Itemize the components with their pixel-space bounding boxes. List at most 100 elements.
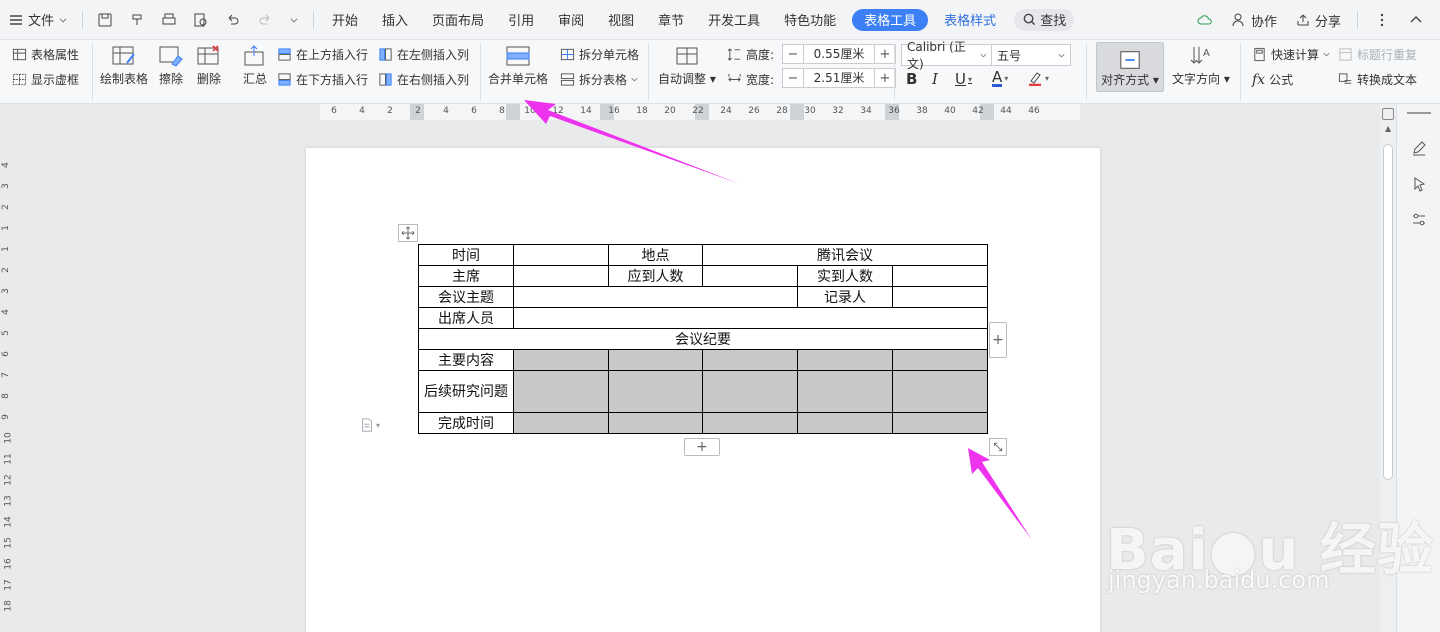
add-row-button[interactable]: + <box>684 438 720 456</box>
merge-cells-button[interactable]: 合并单元格 <box>488 44 548 87</box>
table-cell[interactable]: 应到人数 <box>608 265 703 287</box>
insert-row-above-button[interactable]: 在上方插入行 <box>277 46 368 63</box>
row-height-stepper[interactable]: − 0.55厘米 + <box>782 44 896 64</box>
selected-cell[interactable] <box>513 370 609 413</box>
tab-chapter[interactable]: 章节 <box>646 7 696 33</box>
format-painter-button[interactable] <box>121 7 153 33</box>
increment-button[interactable]: + <box>875 71 895 86</box>
table-cell[interactable]: 主要内容 <box>418 349 514 371</box>
table-cell[interactable]: 地点 <box>608 244 703 266</box>
share-button[interactable]: 分享 <box>1287 7 1349 33</box>
edit-tool-button[interactable] <box>1409 138 1429 158</box>
tab-insert[interactable]: 插入 <box>370 7 420 33</box>
horizontal-ruler[interactable]: 6 4 2 2 4 6 8 10 12 14 16 18 20 22 24 26 28 30 32 34 36 38 40 4… <box>0 104 1380 120</box>
decrement-button[interactable]: − <box>783 71 803 86</box>
italic-button[interactable]: I <box>932 70 938 88</box>
insert-row-below-button[interactable]: 在下方插入行 <box>277 71 368 88</box>
selected-cell[interactable] <box>513 349 609 371</box>
selected-cell[interactable] <box>892 349 988 371</box>
scrollbar-thumb[interactable] <box>1383 144 1393 480</box>
table-cell[interactable]: 主席 <box>418 265 514 287</box>
tab-developer[interactable]: 开发工具 <box>696 7 772 33</box>
col-width-value[interactable]: 2.51厘米 <box>803 69 875 87</box>
table-cell[interactable]: 实到人数 <box>797 265 893 287</box>
selected-cell[interactable] <box>702 349 798 371</box>
cloud-sync-button[interactable] <box>1189 7 1221 33</box>
table-properties-button[interactable]: 表格属性 <box>12 46 79 63</box>
add-column-button[interactable]: + <box>989 322 1007 358</box>
split-view-icon[interactable] <box>1382 108 1394 120</box>
table-cell[interactable]: 会议纪要 <box>418 328 988 350</box>
selected-cell[interactable] <box>608 349 703 371</box>
table-cell[interactable] <box>513 265 609 287</box>
highlight-button[interactable]: ▾ <box>1027 70 1049 86</box>
table-cell[interactable] <box>513 307 988 329</box>
tab-references[interactable]: 引用 <box>496 7 546 33</box>
insert-col-left-button[interactable]: 在左侧插入列 <box>378 46 469 63</box>
more-button[interactable] <box>1366 7 1398 33</box>
meeting-minutes-table[interactable]: 时间 地点 腾讯会议 主席 应到人数 实到人数 会议主题 记录人 出席人员 会议… <box>418 244 988 434</box>
tab-features[interactable]: 特色功能 <box>772 7 848 33</box>
collab-button[interactable]: 协作 <box>1223 7 1285 33</box>
tab-view[interactable]: 视图 <box>596 7 646 33</box>
selected-cell[interactable] <box>892 412 988 434</box>
col-width-stepper[interactable]: − 2.51厘米 + <box>782 68 896 88</box>
tab-review[interactable]: 审阅 <box>546 7 596 33</box>
tab-start[interactable]: 开始 <box>320 7 370 33</box>
table-cell[interactable]: 记录人 <box>797 286 893 308</box>
erase-button[interactable]: 擦除 <box>158 44 184 87</box>
summary-button[interactable]: 汇总 <box>242 44 268 87</box>
show-gridlines-button[interactable]: 显示虚框 <box>12 71 79 88</box>
vertical-ruler[interactable]: 4 3 2 1 1 2 3 4 5 6 7 8 9 10 11 12 13 14 15 16 17 18 <box>0 120 16 632</box>
selected-cell[interactable] <box>797 349 893 371</box>
bold-button[interactable]: B <box>906 70 917 88</box>
table-cell[interactable]: 腾讯会议 <box>702 244 988 266</box>
search-button[interactable]: 查找 <box>1014 8 1075 31</box>
customize-toolbar-button[interactable] <box>281 7 307 33</box>
table-cell[interactable] <box>892 286 988 308</box>
file-menu[interactable]: 文件 <box>0 7 76 33</box>
increment-button[interactable]: + <box>875 47 895 62</box>
table-cell[interactable]: 完成时间 <box>418 412 514 434</box>
ruler-column-marker[interactable] <box>506 104 520 120</box>
table-cell[interactable] <box>892 265 988 287</box>
selected-cell[interactable] <box>797 370 893 413</box>
selected-cell[interactable] <box>797 412 893 434</box>
font-size-select[interactable]: 五号 <box>991 44 1071 66</box>
table-cell[interactable]: 后续研究问题 <box>418 370 514 413</box>
quick-calc-button[interactable]: 快速计算 <box>1252 46 1330 63</box>
draw-table-button[interactable]: 绘制表格 <box>100 44 148 87</box>
font-color-button[interactable]: A ▾ <box>992 70 1008 87</box>
table-cell[interactable]: 出席人员 <box>418 307 514 329</box>
table-cell[interactable] <box>702 265 798 287</box>
selected-cell[interactable] <box>608 370 703 413</box>
selected-cell[interactable] <box>702 412 798 434</box>
row-height-value[interactable]: 0.55厘米 <box>803 45 875 63</box>
table-cell[interactable] <box>513 244 609 266</box>
chevron-up-icon[interactable]: ▲ <box>1385 124 1391 133</box>
insert-col-right-button[interactable]: 在右侧插入列 <box>378 71 469 88</box>
redo-button[interactable] <box>249 7 281 33</box>
text-direction-button[interactable]: A 文字方向 ▾ <box>1172 44 1230 87</box>
decrement-button[interactable]: − <box>783 47 803 62</box>
tab-table-style[interactable]: 表格样式 <box>932 7 1008 33</box>
print-preview-button[interactable] <box>185 7 217 33</box>
table-move-handle[interactable] <box>398 224 418 242</box>
save-button[interactable] <box>89 7 121 33</box>
split-table-button[interactable]: 拆分表格 <box>560 71 638 88</box>
ruler-column-marker[interactable] <box>790 104 804 120</box>
convert-to-text-button[interactable]: 转换成文本 <box>1338 71 1417 88</box>
table-resize-handle[interactable] <box>989 438 1007 456</box>
alignment-button[interactable]: 对齐方式 ▾ <box>1096 42 1164 92</box>
selected-cell[interactable] <box>513 412 609 434</box>
delete-button[interactable]: 删除 <box>196 44 222 87</box>
tab-layout[interactable]: 页面布局 <box>420 7 496 33</box>
font-name-select[interactable]: Calibri (正文) <box>901 40 993 71</box>
tab-table-tools[interactable]: 表格工具 <box>852 8 929 31</box>
underline-button[interactable]: U ▾ <box>955 70 972 88</box>
selected-cell[interactable] <box>892 370 988 413</box>
title-row-repeat-button[interactable]: 标题行重复 <box>1338 46 1417 63</box>
undo-button[interactable] <box>217 7 249 33</box>
table-cell[interactable] <box>513 286 798 308</box>
split-cells-button[interactable]: 拆分单元格 <box>560 46 639 63</box>
